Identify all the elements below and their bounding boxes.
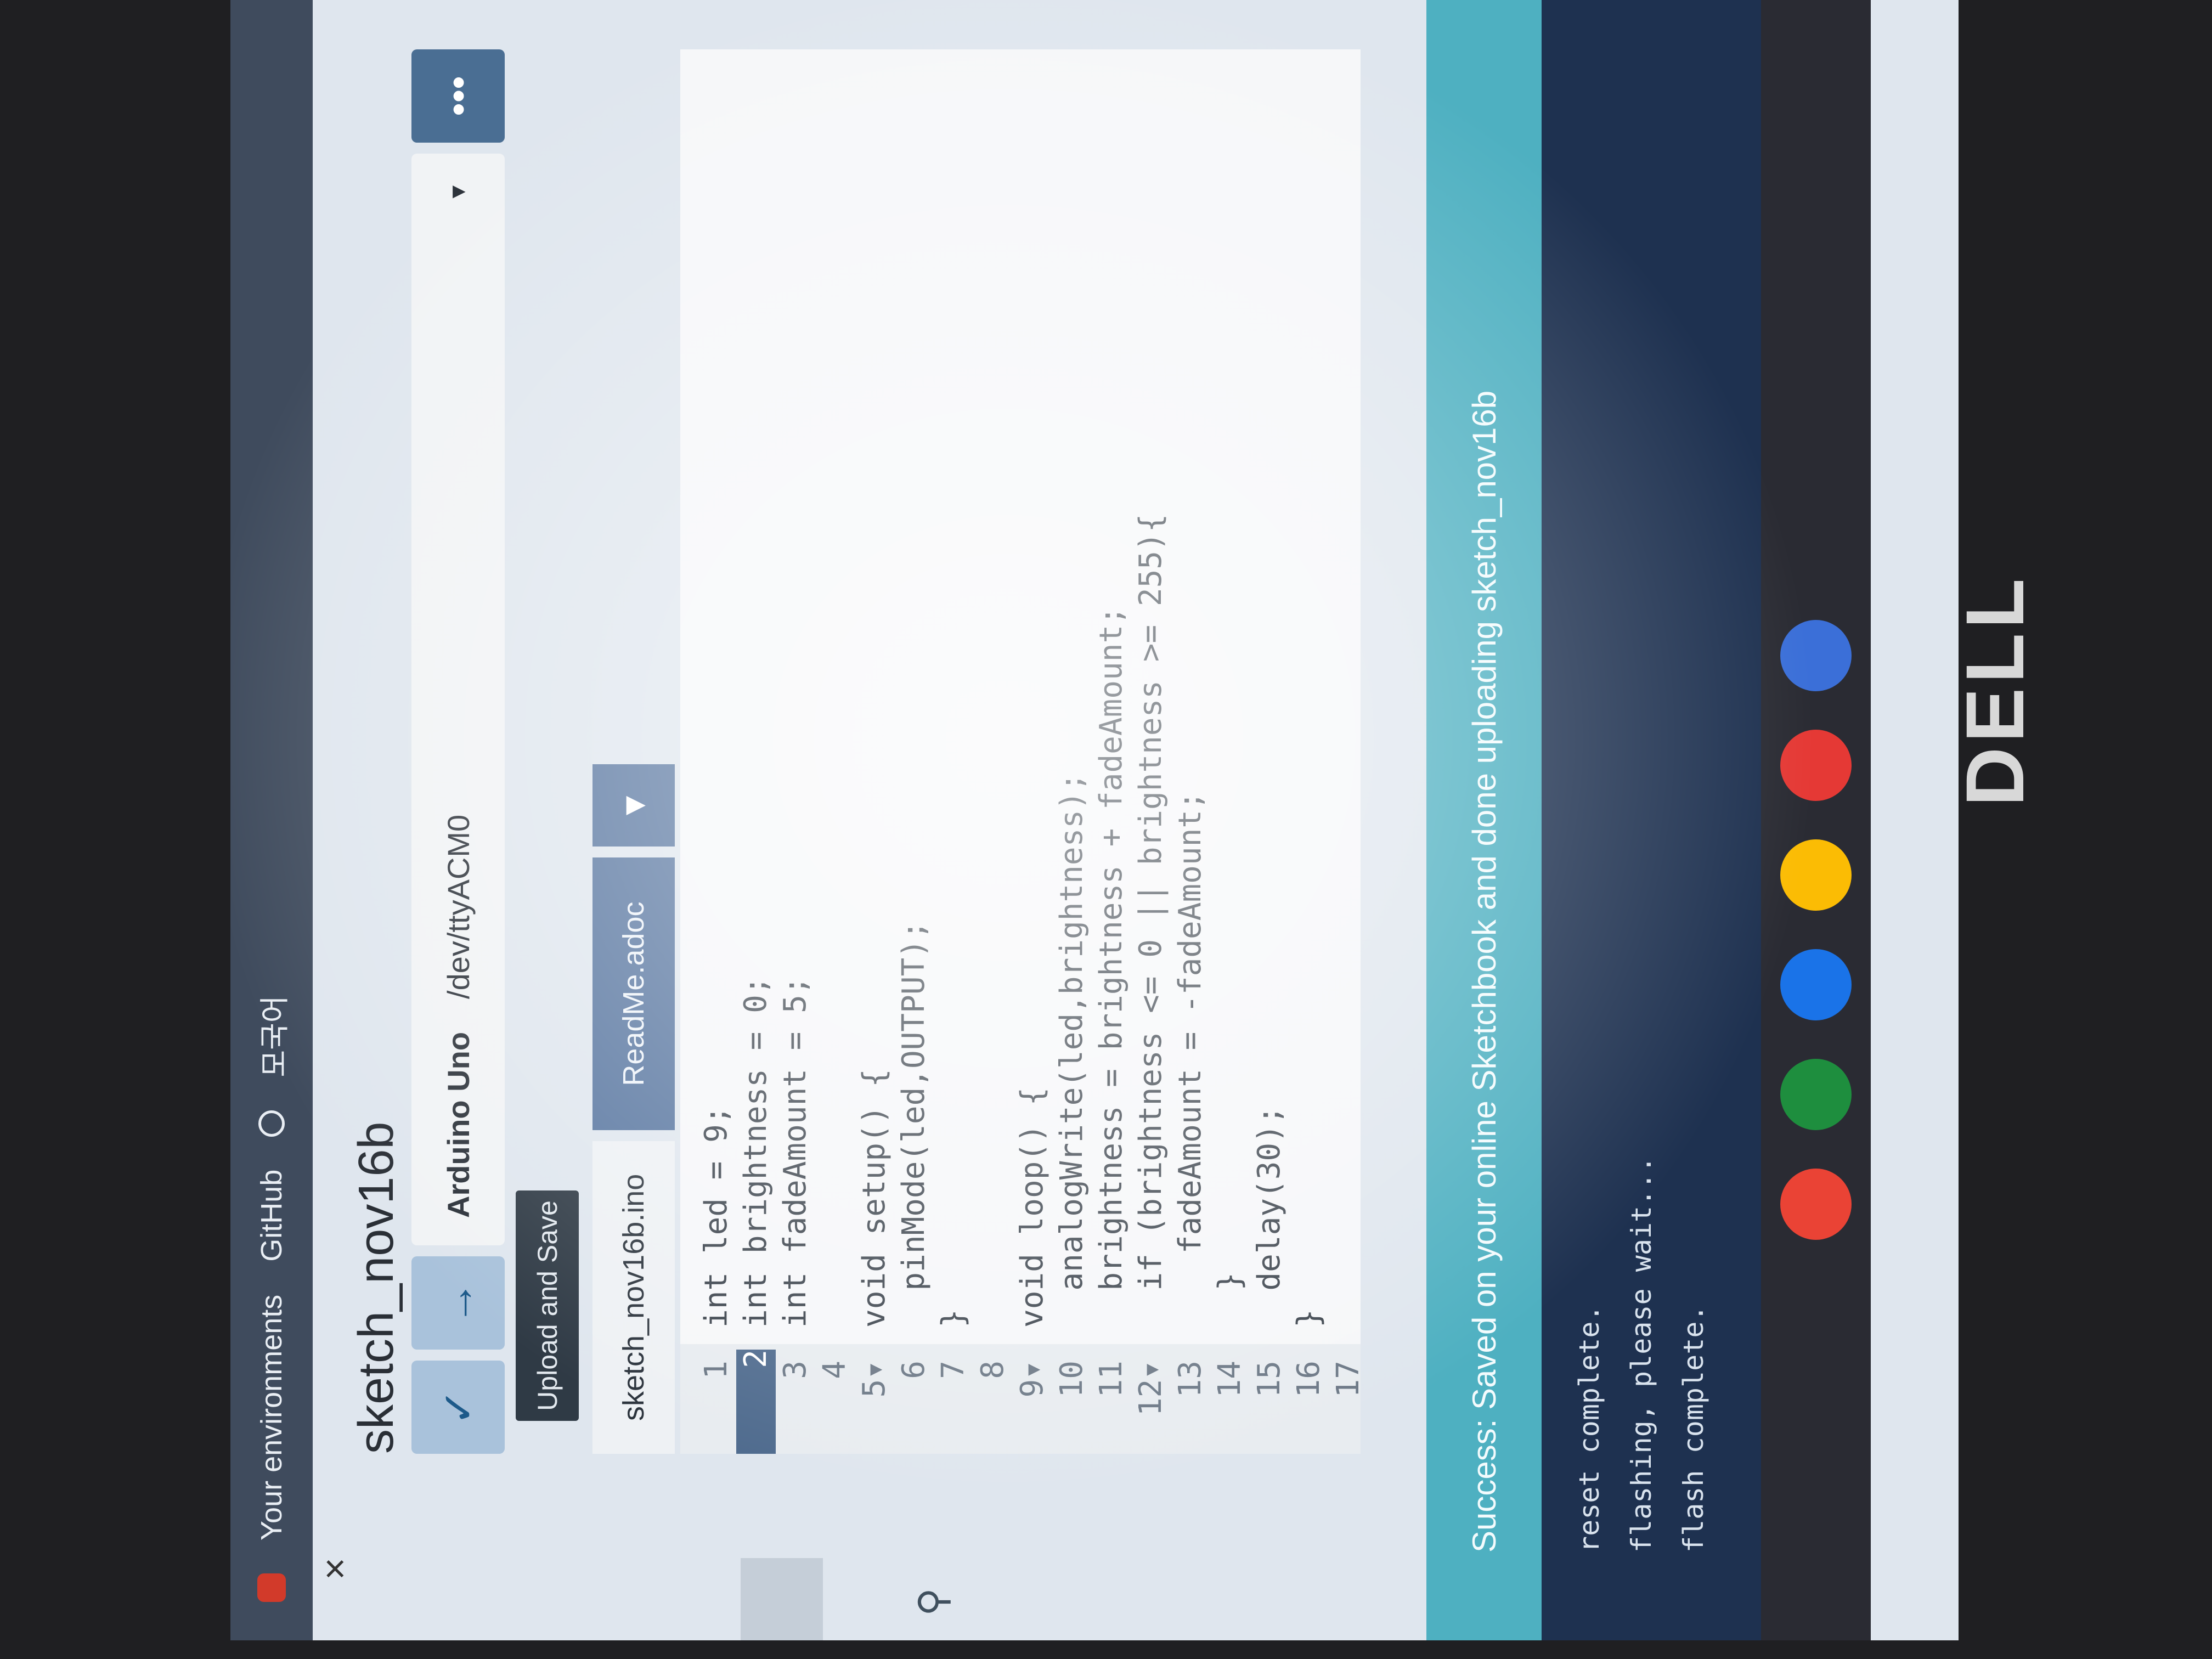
- os-shelf: [1761, 0, 1871, 1640]
- nav-language[interactable]: 모국어: [250, 996, 294, 1077]
- line-number: 17: [1330, 1361, 1366, 1398]
- dell-logo: DELL: [1949, 574, 2041, 806]
- line-number: 8: [975, 1361, 1011, 1379]
- line-text: fadeAmount = -fadeAmount;: [1172, 791, 1208, 1328]
- upload-tooltip: Upload and Save: [516, 1190, 579, 1421]
- code-line[interactable]: 2 int brightness = 0;: [736, 49, 776, 1454]
- check-icon: ✓: [433, 1389, 483, 1426]
- collapse-sidebar-button[interactable]: [741, 1558, 823, 1640]
- code-line[interactable]: 7}: [934, 49, 973, 1454]
- line-number: 11: [1093, 1361, 1129, 1398]
- console-line: reset complete.: [1573, 1305, 1605, 1553]
- line-number: 15: [1251, 1361, 1287, 1398]
- line-text: }: [1212, 1272, 1248, 1328]
- line-number: 9▾: [1014, 1361, 1050, 1398]
- line-text: if (brightness <= 0 || brightness >= 255…: [1133, 514, 1169, 1328]
- youtube-icon[interactable]: [1780, 730, 1852, 801]
- code-line[interactable]: 13 fadeAmount = -fadeAmount;: [1171, 49, 1210, 1454]
- code-editor[interactable]: 1 int led = 9; 2 int brightness = 0; 3 int fa…: [680, 49, 1366, 1454]
- chevron-down-icon: ▼: [445, 181, 470, 203]
- upload-arrow-icon: →: [433, 1281, 482, 1325]
- line-text: analogWrite(led,brightness);: [1054, 772, 1090, 1328]
- line-number: 5▾: [856, 1361, 892, 1398]
- code-line[interactable]: 16}: [1289, 49, 1329, 1454]
- drive-icon[interactable]: [1780, 839, 1852, 911]
- code-line[interactable]: 10 analogWrite(led,brightness);: [1052, 49, 1092, 1454]
- line-text: brightness = brightness + fadeAmount;: [1093, 606, 1129, 1328]
- line-number: 1: [698, 1361, 734, 1379]
- console-line: flash complete.: [1678, 1305, 1709, 1553]
- upload-button[interactable]: →: [411, 1256, 505, 1350]
- meet-icon[interactable]: [1780, 949, 1852, 1020]
- line-number: 2: [736, 1350, 776, 1454]
- file-tabs: sketch_nov16b.ino ReadMe.adoc ▼: [592, 49, 675, 1454]
- line-text: pinMode(led,OUTPUT);: [896, 921, 932, 1328]
- line-number: 3: [777, 1361, 813, 1379]
- line-text: int fadeAmount = 5;: [777, 976, 813, 1328]
- line-number: 10: [1054, 1361, 1090, 1398]
- more-options-button[interactable]: •••: [411, 49, 505, 143]
- code-line[interactable]: 1 int led = 9;: [697, 49, 736, 1454]
- environments-icon: [257, 1573, 286, 1602]
- board-name: Arduino Uno: [441, 1031, 476, 1218]
- code-line[interactable]: 4: [815, 49, 855, 1454]
- board-select[interactable]: Arduino Uno /dev/ttyACM0 ▼: [411, 154, 505, 1245]
- code-line[interactable]: 3 int fadeAmount = 5;: [776, 49, 815, 1454]
- console-line: flashing, please wait...: [1626, 1156, 1657, 1553]
- status-message: Success: Saved on your online Sketchbook…: [1426, 0, 1542, 1640]
- code-line[interactable]: 15 delay(30);: [1250, 49, 1289, 1454]
- port-name: /dev/ttyACM0: [441, 814, 476, 999]
- app-icon[interactable]: [1780, 620, 1852, 691]
- line-text: void loop() {: [1014, 1087, 1050, 1328]
- line-number: 14: [1212, 1361, 1248, 1398]
- line-number: 4: [817, 1361, 853, 1379]
- code-line[interactable]: 11 brightness = brightness + fadeAmount;: [1092, 49, 1131, 1454]
- code-line[interactable]: 14 }: [1210, 49, 1250, 1454]
- console-output: reset complete. flashing, please wait...…: [1542, 0, 1761, 1640]
- top-nav: Your environments GitHub 모국어: [230, 0, 313, 1640]
- line-number: 12▾: [1133, 1361, 1169, 1417]
- line-number: 16: [1291, 1361, 1327, 1398]
- code-line[interactable]: 5▾ void setup() {: [855, 49, 894, 1454]
- line-text: }: [1291, 1309, 1327, 1328]
- classroom-icon[interactable]: [1780, 1059, 1852, 1130]
- line-text: int brightness = 0;: [738, 976, 774, 1328]
- line-text: delay(30);: [1251, 1105, 1287, 1328]
- globe-icon[interactable]: [258, 1110, 285, 1137]
- nav-your-environments[interactable]: Your environments: [255, 1295, 289, 1541]
- code-line[interactable]: 9▾ void loop() {: [1013, 49, 1052, 1454]
- line-number: 13: [1172, 1361, 1208, 1398]
- line-number: 7: [935, 1361, 971, 1379]
- line-text: int led = 9;: [698, 1105, 734, 1328]
- tabs-dropdown-button[interactable]: ▼: [592, 764, 675, 847]
- code-line[interactable]: 12▾ if (brightness <= 0 || brightness >=…: [1131, 49, 1171, 1454]
- tab-sketch-ino[interactable]: sketch_nov16b.ino: [592, 1141, 675, 1454]
- line-text: }: [935, 1309, 971, 1328]
- line-text: void setup() {: [856, 1068, 892, 1328]
- code-line[interactable]: 17: [1329, 49, 1368, 1454]
- chrome-icon[interactable]: [1780, 1169, 1852, 1240]
- line-number: 6: [896, 1361, 932, 1379]
- screen: Your environments GitHub 모국어 × ⚲ sketch_…: [230, 0, 1959, 1640]
- close-icon[interactable]: ×: [313, 1558, 357, 1580]
- tab-readme[interactable]: ReadMe.adoc: [592, 857, 675, 1130]
- nav-github[interactable]: GitHub: [255, 1170, 289, 1262]
- code-line[interactable]: 8: [973, 49, 1013, 1454]
- verify-button[interactable]: ✓: [411, 1361, 505, 1454]
- search-icon[interactable]: ⚲: [894, 1564, 971, 1640]
- toolbar: ✓ → Arduino Uno /dev/ttyACM0 ▼ •••: [411, 49, 505, 1454]
- code-line[interactable]: 6 pinMode(led,OUTPUT);: [894, 49, 934, 1454]
- sketch-title: sketch_nov16b: [349, 1121, 404, 1454]
